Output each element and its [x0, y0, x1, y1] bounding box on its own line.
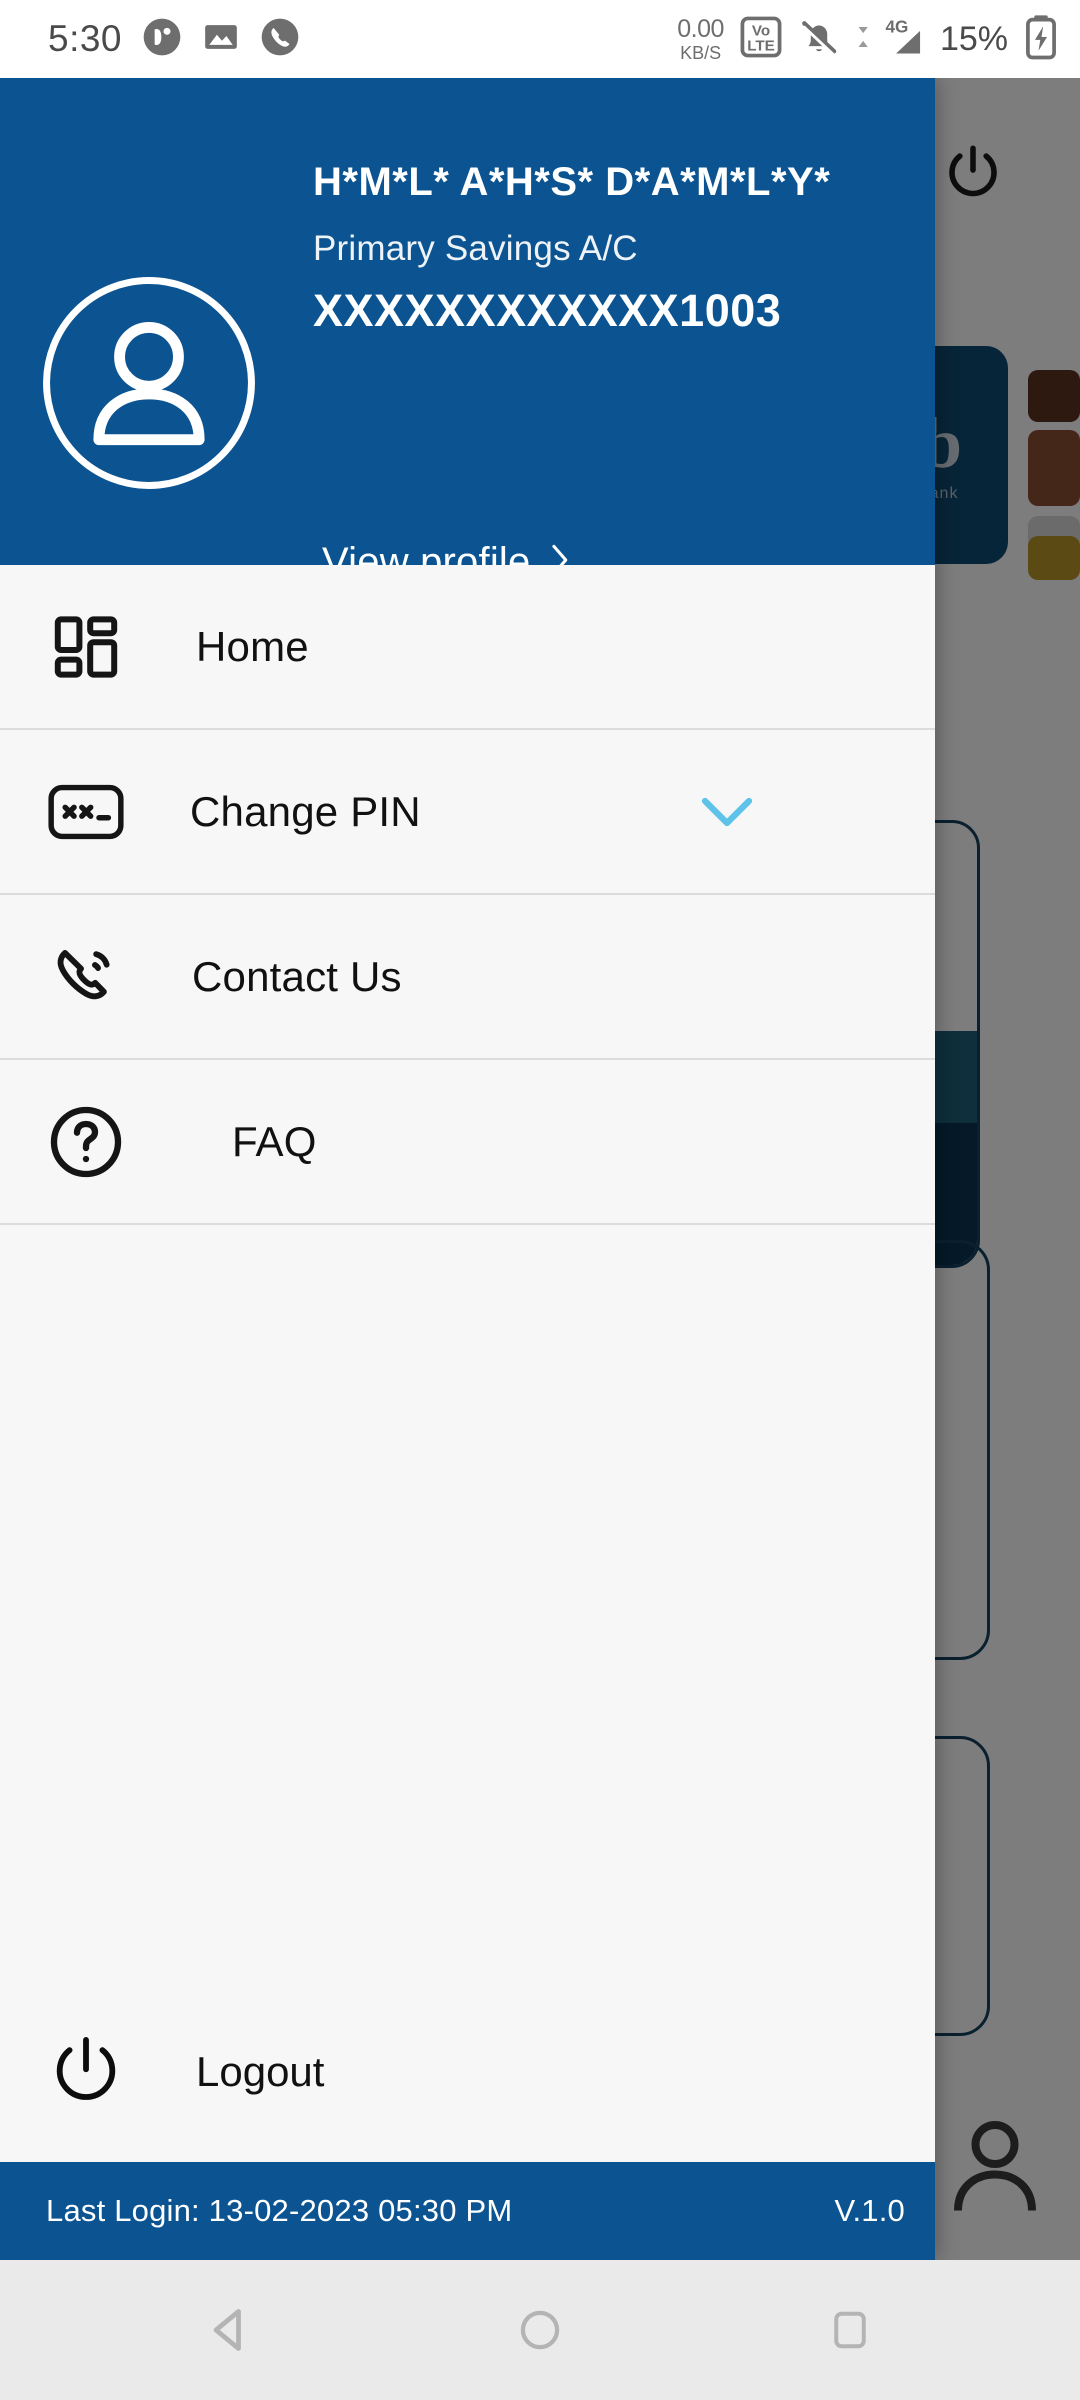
phone-screen: db Raj Bank kot Ltd. erative Bank ount	[0, 0, 1080, 2400]
profile-name: H*M*L* A*H*S* D*A*M*L*Y*	[313, 160, 831, 204]
recents-button[interactable]	[795, 2275, 905, 2385]
pin-keypad-icon	[0, 780, 172, 844]
profile-details: H*M*L* A*H*S* D*A*M*L*Y* Primary Savings…	[313, 160, 915, 337]
menu-item-label: Contact Us	[192, 952, 402, 1000]
logout-button[interactable]: Logout	[0, 1982, 935, 2162]
chevron-down-icon[interactable]	[699, 794, 755, 830]
network-speed-unit: KB/S	[680, 42, 722, 63]
power-icon	[0, 2031, 172, 2113]
phone-ring-icon	[0, 940, 172, 1014]
menu-item-home[interactable]: Home	[0, 565, 935, 730]
battery-charging-icon	[1024, 14, 1058, 65]
menu-item-change-pin[interactable]: Change PIN	[0, 730, 935, 895]
status-bar-right: 0.00 KB/S Vo LTE 4G 15%	[677, 14, 1058, 65]
question-circle-icon	[0, 1102, 172, 1182]
status-bar: 5:30 0.00 KB/S Vo LTE 4G 15%	[0, 0, 1080, 78]
app-version-text: V.1.0	[834, 2193, 905, 2228]
drawer-empty-space	[0, 1225, 935, 1982]
notification-muted-icon	[798, 16, 840, 63]
network-speed-indicator: 0.00 KB/S	[677, 14, 724, 63]
gallery-icon	[202, 18, 240, 61]
menu-item-contact-us[interactable]: Contact Us	[0, 895, 935, 1060]
phone-icon	[260, 17, 300, 62]
menu-item-label: Home	[196, 622, 309, 670]
logout-label: Logout	[196, 2048, 325, 2095]
menu-item-label: FAQ	[232, 1117, 317, 1165]
last-login-text: Last Login: 13-02-2023 05:30 PM	[46, 2193, 513, 2228]
battery-percent-label: 15%	[939, 19, 1008, 58]
status-bar-clock: 5:30	[48, 18, 123, 59]
dashboard-grid-icon	[0, 611, 172, 683]
menu-item-faq[interactable]: FAQ	[0, 1060, 935, 1225]
app-circle-icon	[142, 17, 182, 62]
drawer-footer: Last Login: 13-02-2023 05:30 PM V.1.0	[0, 2162, 935, 2260]
home-button[interactable]	[485, 2275, 595, 2385]
menu-item-label: Change PIN	[190, 787, 421, 835]
volte-icon: Vo LTE	[740, 16, 782, 63]
profile-account-number: XXXXXXXXXXXX1003	[313, 285, 782, 336]
profile-header: H*M*L* A*H*S* D*A*M*L*Y* Primary Savings…	[0, 78, 935, 584]
profile-account-type: Primary Savings A/C	[313, 229, 638, 268]
svg-text:LTE: LTE	[747, 37, 775, 54]
back-button[interactable]	[175, 2275, 285, 2385]
drawer-menu-list: Home Change PIN Contact Us FAQ	[0, 563, 935, 1225]
network-speed-value: 0.00	[677, 14, 724, 43]
navigation-drawer: H*M*L* A*H*S* D*A*M*L*Y* Primary Savings…	[0, 78, 935, 2260]
signal-4g-icon: 4G	[856, 15, 924, 64]
svg-text:4G: 4G	[885, 16, 908, 36]
status-bar-left: 5:30	[48, 17, 300, 62]
android-navigation-bar	[0, 2260, 1080, 2400]
avatar	[40, 274, 258, 492]
